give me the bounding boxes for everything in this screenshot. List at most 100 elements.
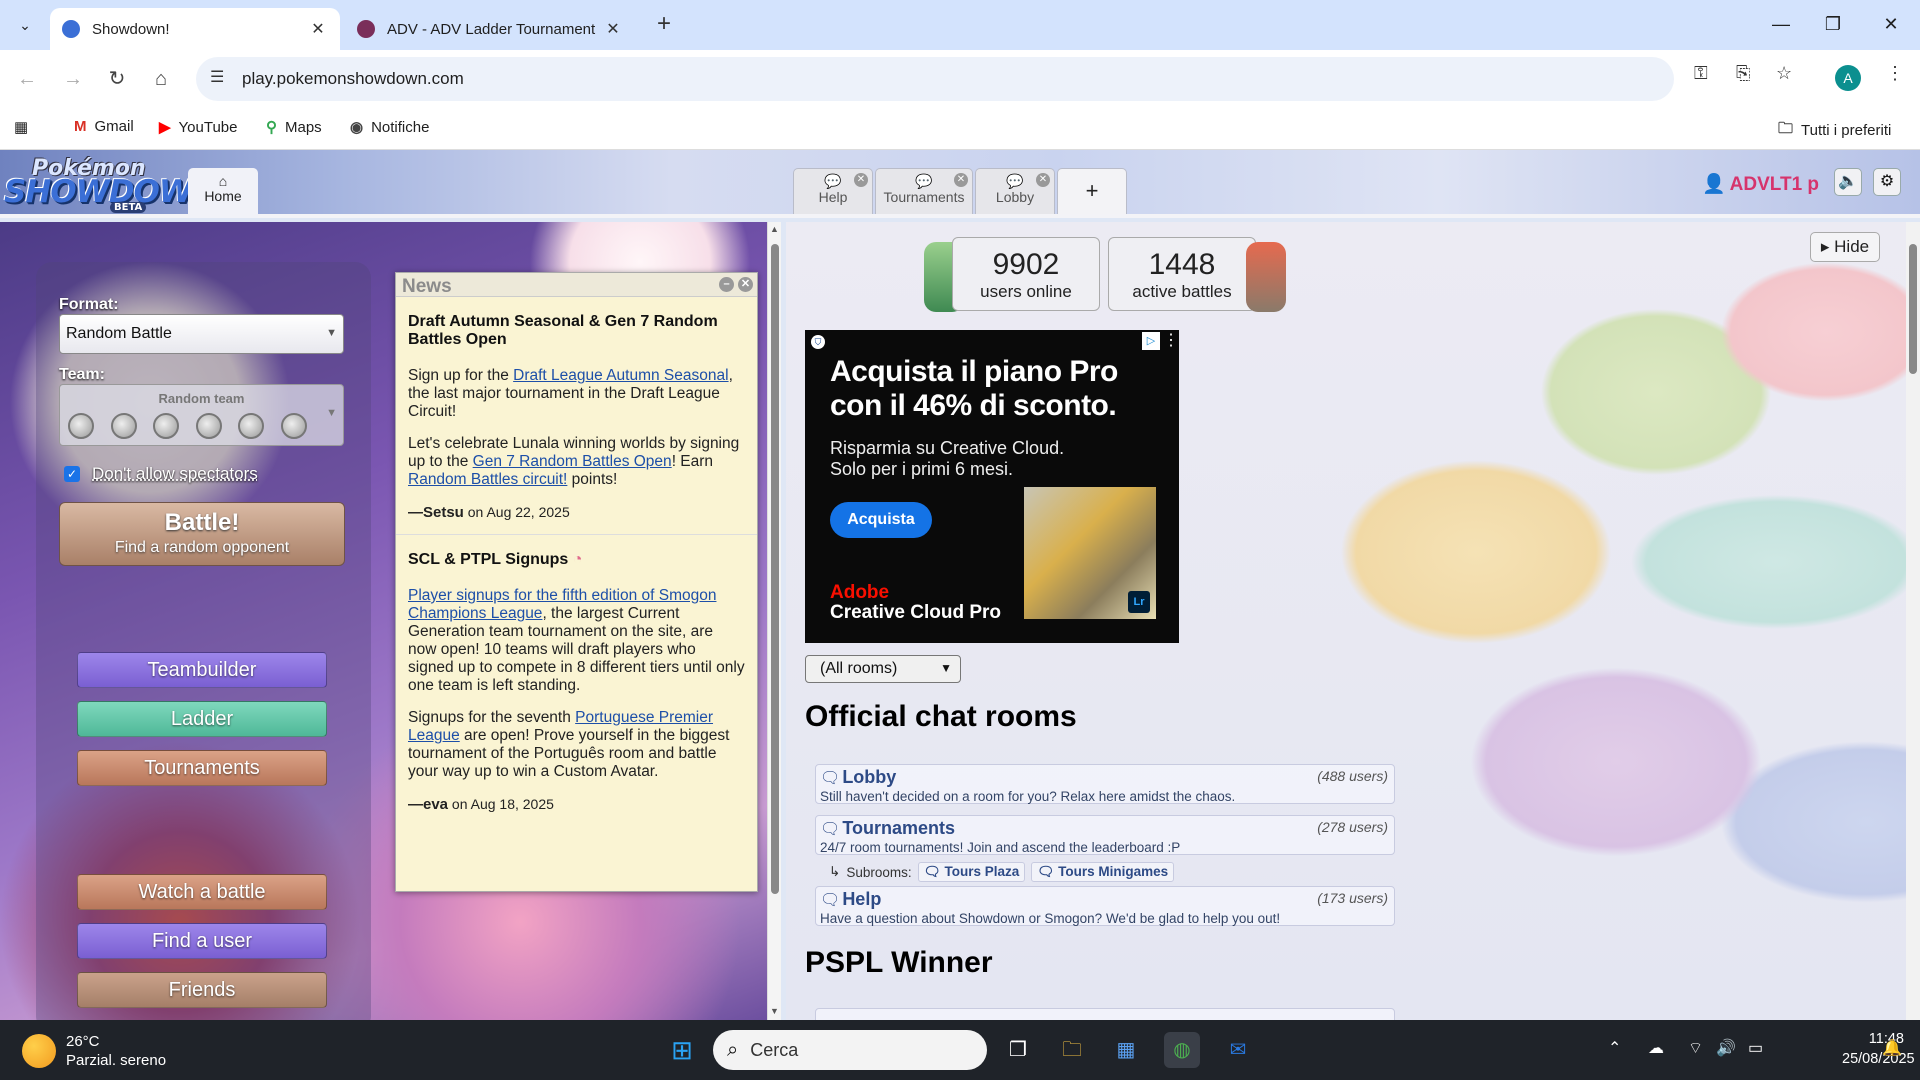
ad-menu-icon[interactable]: ⋮ xyxy=(1163,330,1179,350)
bookmark-youtube[interactable]: ▶ YouTube xyxy=(159,118,238,137)
sound-icon[interactable]: 🔈 xyxy=(1834,168,1862,196)
home-icon[interactable]: ⌂ xyxy=(144,62,178,96)
format-select[interactable]: Random Battle ▼ xyxy=(59,314,344,354)
randbats-circuit-link[interactable]: Random Battles circuit! xyxy=(408,471,567,488)
news-article: Draft Autumn Seasonal & Gen 7 Random Bat… xyxy=(396,297,757,535)
showdown-main: Format: Random Battle ▼ Team: Random tea… xyxy=(0,222,1920,1020)
team-select[interactable]: Random team ▼ xyxy=(59,384,344,446)
tab-search-button[interactable]: ⌄ xyxy=(10,10,40,40)
scroll-thumb[interactable] xyxy=(771,244,779,894)
password-key-icon[interactable]: ⚿ xyxy=(1694,63,1708,84)
profile-avatar[interactable]: A xyxy=(1835,65,1861,91)
draft-league-link[interactable]: Draft League Autumn Seasonal xyxy=(513,367,728,384)
scroll-up-icon[interactable]: ▲ xyxy=(770,224,779,234)
bookmark-notifiche[interactable]: ◉ Notifiche xyxy=(350,118,429,137)
battle-button[interactable]: Battle! Find a random opponent xyxy=(59,502,345,566)
room-help[interactable]: 🗨 Help (173 users) Have a question about … xyxy=(815,886,1395,926)
folder-icon: 🗀 xyxy=(1778,120,1794,137)
checkbox-checked-icon[interactable]: ✓ xyxy=(64,466,80,482)
close-icon[interactable]: ✕ xyxy=(603,19,623,39)
volume-icon[interactable]: 🔊 xyxy=(1716,1038,1736,1058)
minimize-icon[interactable]: – xyxy=(719,277,734,292)
weather-widget[interactable]: 26°C Parzial. sereno xyxy=(22,1032,166,1070)
outlook-icon[interactable]: ✉ xyxy=(1220,1032,1256,1068)
user-menu[interactable]: 👤 ADVLT1 p xyxy=(1702,172,1819,196)
scroll-down-icon[interactable]: ▼ xyxy=(770,1006,779,1016)
back-icon[interactable]: ← xyxy=(10,62,44,96)
subroom-tours-minigames[interactable]: 🗨 Tours Minigames xyxy=(1031,862,1175,882)
restore-button[interactable]: ❐ xyxy=(1810,8,1856,40)
bookmark-gmail[interactable]: M Gmail xyxy=(74,118,134,135)
active-battles-box[interactable]: 1448 active battles xyxy=(1108,237,1256,311)
ad-shield-icon: ⛉ xyxy=(811,335,825,349)
showdown-logo[interactable]: Pokémon SHOWDOWN BETA xyxy=(4,156,218,214)
minimize-button[interactable]: — xyxy=(1758,8,1804,40)
left-scrollbar[interactable]: ▲ ▼ xyxy=(767,222,781,1020)
youtube-icon: ▶ xyxy=(159,119,171,136)
notification-bell-icon[interactable]: 🔔 xyxy=(1882,1038,1902,1058)
close-window-button[interactable]: ✕ xyxy=(1868,8,1914,40)
bookmark-maps[interactable]: ⚲ Maps xyxy=(266,118,322,137)
showdown-favicon xyxy=(62,20,80,38)
find-user-button[interactable]: Find a user xyxy=(77,923,327,959)
ad-photo: Lr xyxy=(1024,487,1156,619)
room-tab-tournaments[interactable]: 💬 Tournaments ✕ xyxy=(875,168,973,214)
onedrive-icon[interactable]: ☁ xyxy=(1648,1038,1664,1058)
store-icon[interactable]: ▦ xyxy=(1108,1032,1144,1068)
tab-showdown[interactable]: Showdown! ✕ xyxy=(50,8,340,50)
scroll-thumb[interactable] xyxy=(1909,244,1917,374)
install-app-icon[interactable]: ⎘ xyxy=(1736,63,1750,84)
close-icon[interactable]: ✕ xyxy=(308,19,328,39)
chrome-icon[interactable]: ◍ xyxy=(1164,1032,1200,1068)
hide-button[interactable]: ▸ Hide xyxy=(1810,232,1880,262)
wifi-icon[interactable]: ⌔ xyxy=(1688,1038,1703,1058)
taskbar-search[interactable]: ⌕ Cerca xyxy=(713,1030,987,1070)
address-bar[interactable]: ☰ play.pokemonshowdown.com xyxy=(196,57,1674,101)
battery-icon[interactable]: ▭ xyxy=(1748,1038,1763,1058)
close-icon[interactable]: ✕ xyxy=(1036,173,1050,187)
new-tab-button[interactable]: + xyxy=(650,10,678,38)
tab-title: ADV - ADV Ladder Tournament xyxy=(387,20,596,38)
bookmark-star-icon[interactable]: ☆ xyxy=(1776,63,1792,84)
file-explorer-icon[interactable]: 🗀 xyxy=(1054,1032,1090,1068)
close-icon[interactable]: ✕ xyxy=(954,173,968,187)
forward-icon[interactable]: → xyxy=(56,62,90,96)
main-menu-pane: Format: Random Battle ▼ Team: Random tea… xyxy=(0,222,770,1020)
advertisement[interactable]: ⛉ ▷ ⋮ Acquista il piano Pro con il 46% d… xyxy=(805,330,1179,643)
adchoices-icon[interactable]: ▷ xyxy=(1142,332,1160,350)
room-lobby[interactable]: 🗨 Lobby (488 users) Still haven't decided… xyxy=(815,764,1395,804)
settings-gear-icon[interactable]: ⚙ xyxy=(1873,168,1901,196)
ad-cta-button[interactable]: Acquista xyxy=(830,502,932,538)
right-scrollbar[interactable] xyxy=(1906,222,1920,1020)
gen7-randbats-link[interactable]: Gen 7 Random Battles Open xyxy=(473,453,672,470)
close-icon[interactable]: ✕ xyxy=(738,277,753,292)
site-info-icon[interactable]: ☰ xyxy=(210,67,224,87)
room-tournaments[interactable]: 🗨 Tournaments (278 users) 24/7 room tourn… xyxy=(815,815,1395,855)
more-menu-icon[interactable]: ⋮ xyxy=(1886,63,1904,84)
tab-home[interactable]: ⌂ Home xyxy=(188,168,258,218)
tab-adv-ladder[interactable]: ADV - ADV Ladder Tournament ✕ xyxy=(345,8,635,50)
chevron-up-icon[interactable]: ⌃ xyxy=(1608,1038,1621,1058)
teambuilder-button[interactable]: Teambuilder xyxy=(77,652,327,688)
maps-pin-icon: ⚲ xyxy=(266,119,277,136)
room-tab-lobby[interactable]: 💬 Lobby ✕ xyxy=(975,168,1055,214)
tournaments-button[interactable]: Tournaments xyxy=(77,750,327,786)
reload-icon[interactable]: ↻ xyxy=(100,62,134,96)
apps-grid-icon[interactable]: ▦ xyxy=(14,118,28,136)
all-bookmarks-button[interactable]: 🗀 Tutti i preferiti xyxy=(1778,118,1891,143)
friends-button[interactable]: Friends xyxy=(77,972,327,1008)
subroom-tours-plaza[interactable]: 🗨 Tours Plaza xyxy=(917,862,1026,882)
pokeball-icon xyxy=(238,413,264,439)
task-view-icon[interactable]: ❐ xyxy=(1000,1032,1036,1068)
add-room-button[interactable]: + xyxy=(1057,168,1127,214)
watch-battle-button[interactable]: Watch a battle xyxy=(77,874,327,910)
users-online-box[interactable]: 9902 users online xyxy=(952,237,1100,311)
close-icon[interactable]: ✕ xyxy=(854,173,868,187)
pokeball-favicon xyxy=(357,20,375,38)
no-spectators-option[interactable]: ✓ Don't allow spectators xyxy=(64,464,258,484)
rooms-filter-select[interactable]: (All rooms) ▼ xyxy=(805,655,961,683)
windows-start-icon[interactable]: ⊞ xyxy=(664,1032,700,1068)
room-tab-help[interactable]: 💬 Help ✕ xyxy=(793,168,873,214)
room-pspl-partial[interactable] xyxy=(815,1008,1395,1020)
ladder-button[interactable]: Ladder xyxy=(77,701,327,737)
